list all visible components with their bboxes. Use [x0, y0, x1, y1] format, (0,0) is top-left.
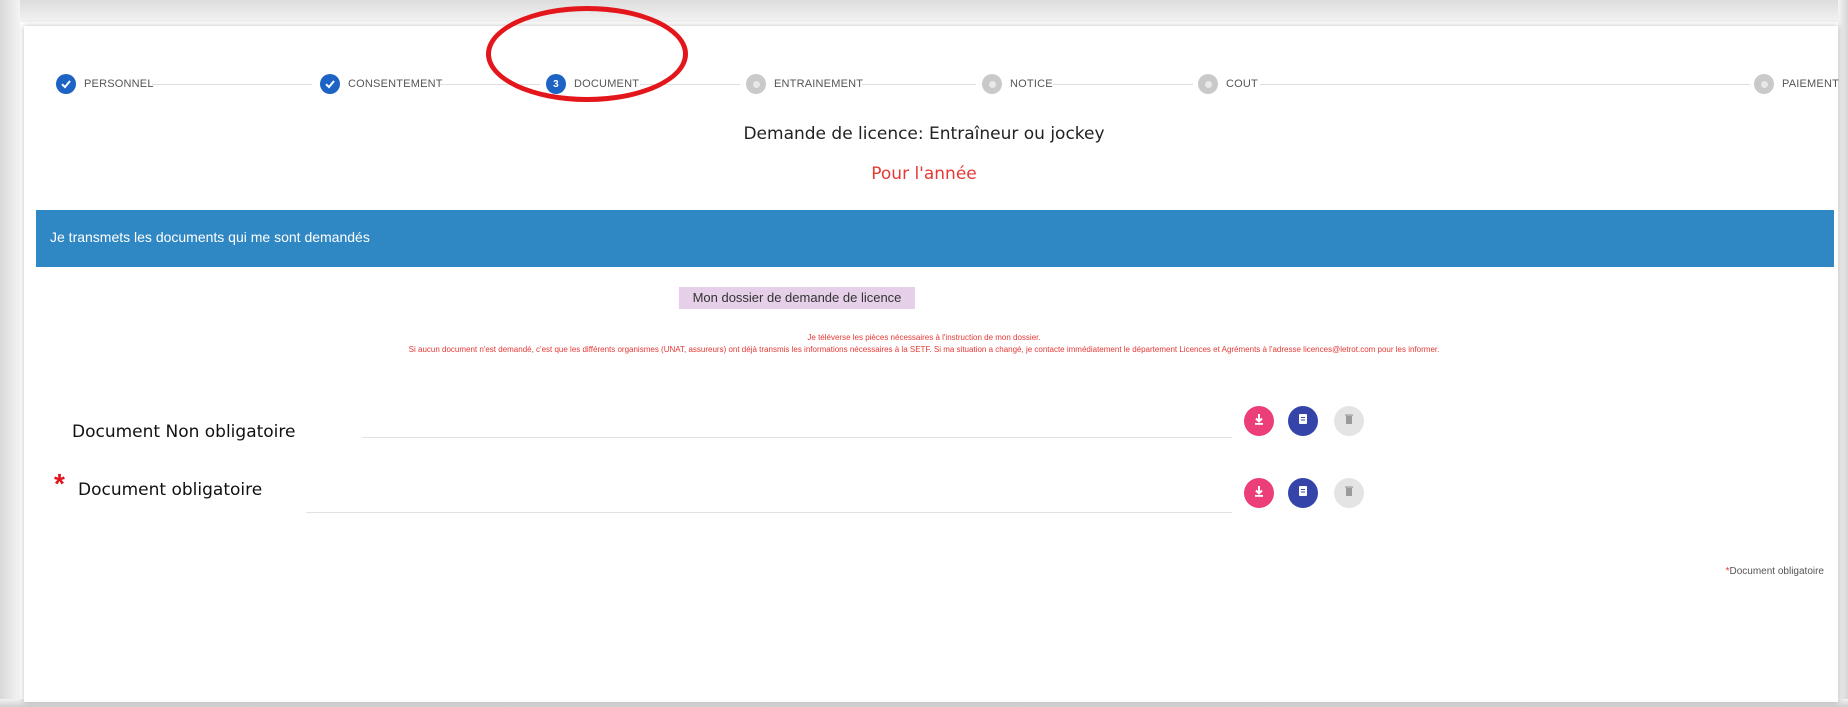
section-banner: Je transmets les documents qui me sont d… [36, 210, 1834, 267]
step-label: PAIEMENT [1782, 78, 1840, 90]
step-connector [152, 84, 312, 85]
view-document-button[interactable] [1288, 406, 1318, 436]
footnote-text: Document obligatoire [1729, 566, 1825, 577]
step-personnel[interactable]: PERSONNEL [56, 74, 154, 94]
document-label-required: Document obligatoire [78, 480, 263, 500]
window-frame-top [0, 0, 1848, 22]
step-entrainement[interactable]: ENTRAINEMENT [746, 74, 863, 94]
upload-button[interactable] [1244, 478, 1274, 508]
required-marker: * [54, 468, 65, 499]
document-label-optional: Document Non obligatoire [72, 422, 296, 442]
form-title: Demande de licence: Entraîneur ou jockey [743, 124, 1105, 144]
step-cout[interactable]: COUT [1198, 74, 1258, 94]
step-label: COUT [1226, 78, 1258, 90]
upload-button[interactable] [1244, 406, 1274, 436]
step-label: CONSENTEMENT [348, 78, 443, 90]
step-paiement[interactable]: PAIEMENT [1754, 74, 1839, 94]
pending-step-icon [746, 74, 766, 94]
required-footnote: *Document obligatoire [1726, 566, 1824, 577]
download-arrow-icon [1252, 484, 1266, 503]
step-notice[interactable]: NOTICE [982, 74, 1053, 94]
download-arrow-icon [1252, 412, 1266, 431]
highlight-circle-annotation [486, 6, 688, 102]
step-label: NOTICE [1010, 78, 1053, 90]
step-connector [1053, 84, 1193, 85]
check-icon [56, 74, 76, 94]
window-frame-right [1838, 0, 1848, 707]
banner-text: Je transmets les documents qui me sont d… [50, 229, 370, 245]
document-icon [1296, 484, 1310, 503]
step-label: PERSONNEL [84, 78, 154, 90]
window-frame-left [0, 0, 20, 707]
trash-icon [1343, 484, 1355, 502]
upload-notice: Si aucun document n'est demandé, c'est q… [408, 345, 1440, 354]
step-consentement[interactable]: CONSENTEMENT [320, 74, 443, 94]
document-icon [1296, 412, 1310, 431]
pending-step-icon [1198, 74, 1218, 94]
view-document-button[interactable] [1288, 478, 1318, 508]
year-label: Pour l'année [871, 164, 977, 184]
dossier-title: Mon dossier de demande de licence [679, 287, 915, 309]
step-connector [1260, 84, 1750, 85]
trash-icon [1343, 412, 1355, 430]
delete-document-button[interactable] [1334, 478, 1364, 508]
upload-instruction: Je téléverse les pièces nécessaires à l'… [807, 333, 1041, 342]
document-field-underline [362, 437, 1232, 438]
check-icon [320, 74, 340, 94]
pending-step-icon [982, 74, 1002, 94]
pending-step-icon [1754, 74, 1774, 94]
delete-document-button[interactable] [1334, 406, 1364, 436]
step-connector [862, 84, 976, 85]
document-field-underline [306, 512, 1232, 513]
step-label: ENTRAINEMENT [774, 78, 864, 90]
